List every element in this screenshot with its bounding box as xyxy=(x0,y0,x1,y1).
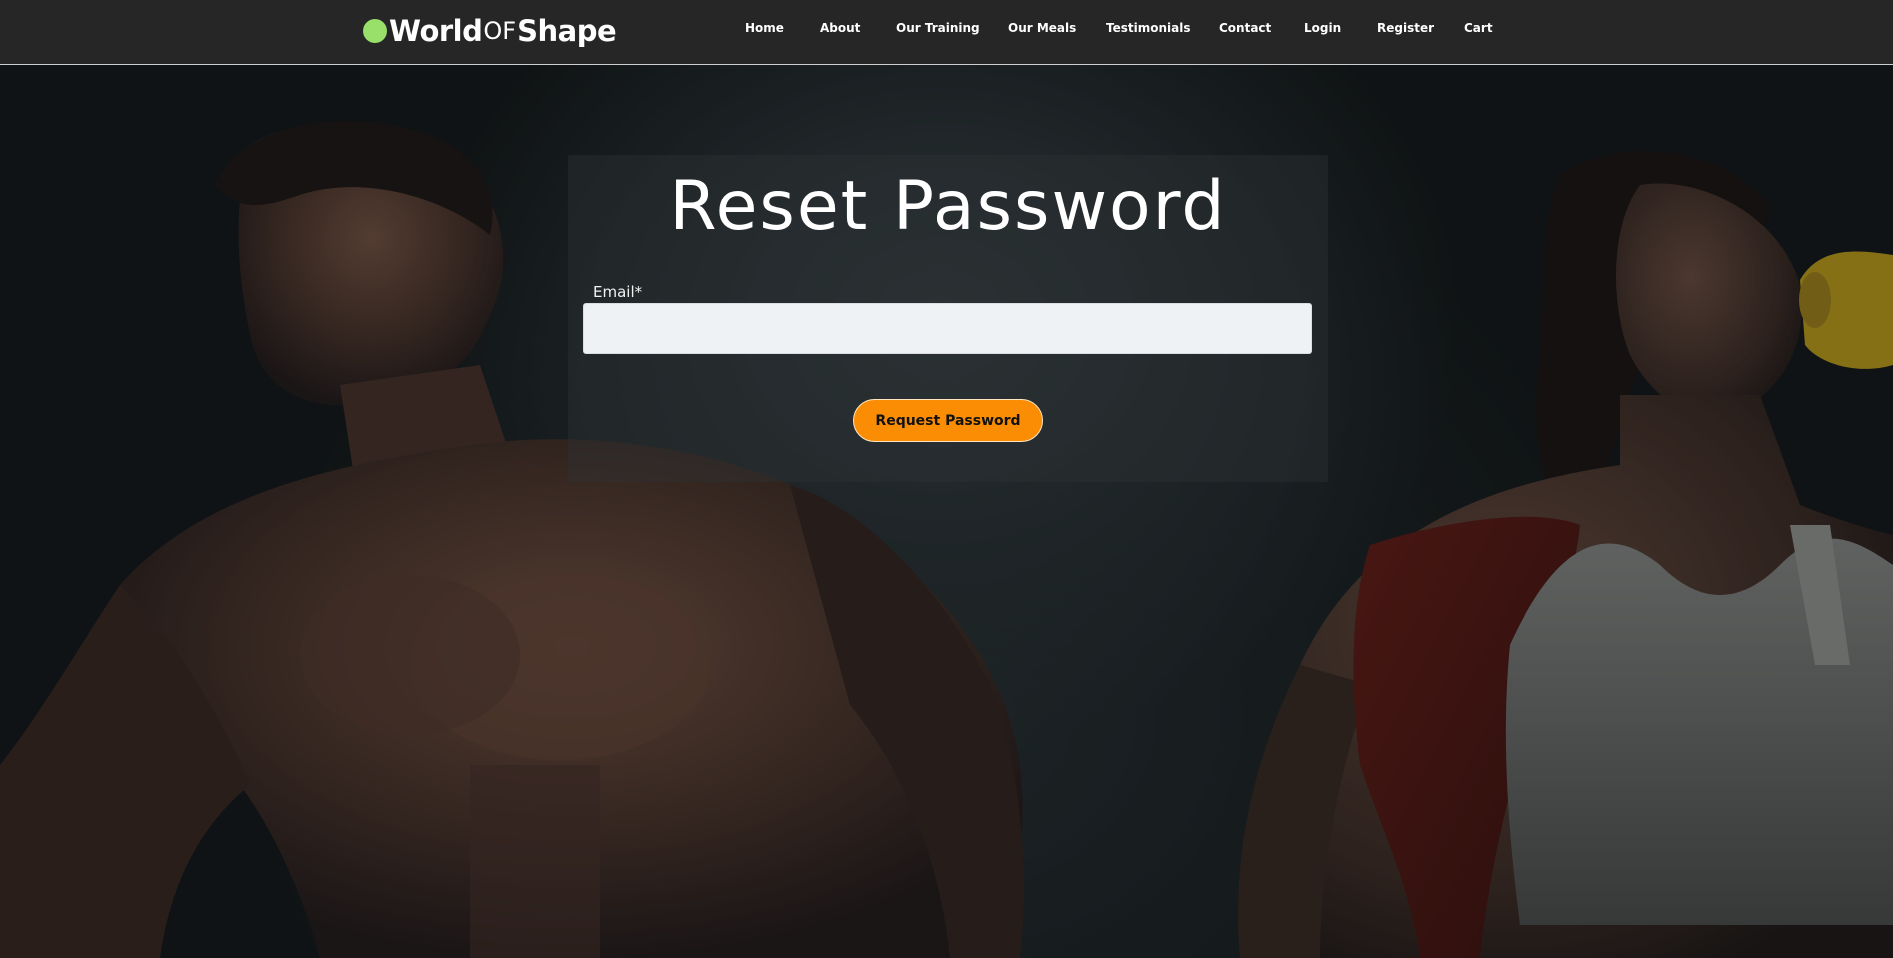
reset-password-panel: Reset Password Email* Request Password xyxy=(568,155,1328,482)
nav-login[interactable]: Login xyxy=(1304,21,1341,35)
reset-password-page: World OF Shape Home About Our Training O… xyxy=(0,0,1893,958)
request-password-button[interactable]: Request Password xyxy=(853,399,1043,442)
top-navigation-bar: World OF Shape Home About Our Training O… xyxy=(0,0,1893,65)
page-title: Reset Password xyxy=(669,167,1227,246)
nav-home[interactable]: Home xyxy=(745,21,784,35)
nav-our-training[interactable]: Our Training xyxy=(896,21,980,35)
nav-cart[interactable]: Cart xyxy=(1464,21,1493,35)
email-label: Email* xyxy=(593,283,643,301)
nav-testimonials[interactable]: Testimonials xyxy=(1106,21,1190,35)
nav-our-meals[interactable]: Our Meals xyxy=(1008,21,1076,35)
main-nav: Home About Our Training Our Meals Testim… xyxy=(0,0,1893,60)
nav-about[interactable]: About xyxy=(820,21,860,35)
email-field[interactable] xyxy=(583,303,1312,354)
nav-register[interactable]: Register xyxy=(1377,21,1434,35)
nav-contact[interactable]: Contact xyxy=(1219,21,1271,35)
